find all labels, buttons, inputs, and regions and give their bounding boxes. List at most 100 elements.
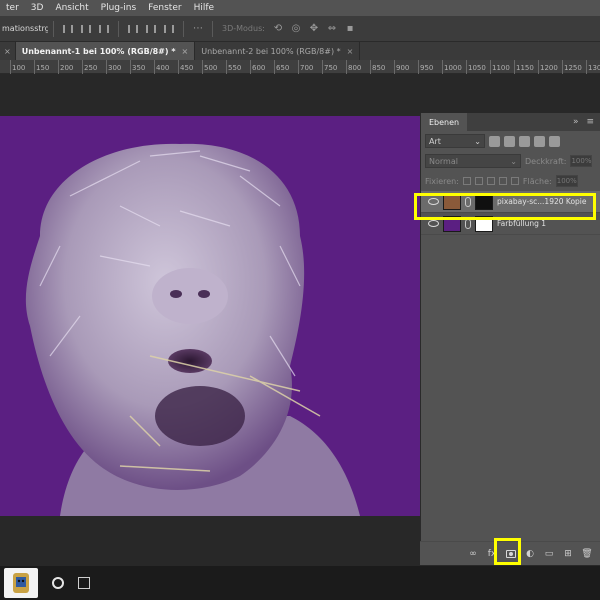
tab-label: Unbenannt-2 bei 100% (RGB/8#) * [201, 46, 341, 56]
chevron-down-icon: ⌄ [474, 136, 481, 146]
menu-item-plugins[interactable]: Plug-ins [95, 3, 143, 13]
ruler-tick: 600 [249, 60, 266, 74]
lock-position-icon[interactable] [486, 177, 495, 185]
tab-ebenen[interactable]: Ebenen [421, 113, 468, 131]
ruler-tick: 1000 [442, 60, 462, 74]
menu-item-filter[interactable]: ter [0, 3, 25, 13]
highlight-selected-layer [414, 193, 596, 220]
lock-transparency-icon[interactable] [462, 177, 471, 185]
panel-dock-top [420, 75, 600, 113]
drag-icon[interactable]: ✥ [308, 23, 320, 35]
menu-item-3d[interactable]: 3D [25, 3, 50, 13]
fill-field[interactable]: 100% [555, 175, 578, 187]
panel-controls: » ≡ [573, 117, 600, 127]
blend-mode-value: Normal [429, 156, 458, 166]
document-workspace[interactable] [0, 75, 420, 565]
close-icon[interactable]: × [182, 47, 189, 56]
ruler-tick: 700 [297, 60, 314, 74]
opacity-field[interactable]: 100% [570, 155, 593, 167]
ruler-tick: 650 [273, 60, 290, 74]
tab-unbenannt-1[interactable]: Unbenannt-1 bei 100% (RGB/8#) * × [15, 42, 196, 60]
layers-panel-header: Ebenen » ≡ [421, 113, 600, 131]
align-hcenter-icon[interactable] [80, 23, 92, 35]
tab-label: Unbenannt-1 bei 100% (RGB/8#) * [21, 46, 176, 56]
adjustment-filter-icon[interactable] [504, 135, 515, 147]
link-icon[interactable]: ∞ [468, 549, 478, 559]
document-canvas[interactable] [0, 116, 420, 516]
eye-icon[interactable] [427, 220, 439, 228]
ruler-tick: 1050 [466, 60, 486, 74]
more-options-icon[interactable]: ⋯ [192, 23, 204, 35]
opacity-label: Deckkraft: [525, 156, 567, 166]
align-left-icon[interactable] [62, 23, 74, 35]
divider [118, 20, 119, 37]
align-vcenter-icon[interactable] [145, 23, 157, 35]
link-icon[interactable] [465, 218, 471, 229]
align-right-icon[interactable] [98, 23, 110, 35]
slide-icon[interactable]: ⇔ [326, 23, 338, 35]
filter-kind-value: Art [429, 136, 441, 146]
search-icon[interactable] [52, 577, 64, 589]
roll-icon[interactable]: ◎ [290, 23, 302, 35]
adjustment-icon[interactable]: ◐ [525, 549, 535, 559]
taskbar [0, 566, 600, 600]
close-icon[interactable]: × [347, 47, 354, 56]
chevron-down-icon: ⌄ [510, 156, 517, 166]
fill-label: Fläche: [522, 176, 552, 186]
ruler-tick: 850 [369, 60, 386, 74]
menu-item-ansicht[interactable]: Ansicht [49, 3, 94, 13]
lock-all-icon[interactable] [510, 177, 519, 185]
collapse-icon[interactable]: » [573, 117, 579, 127]
shape-filter-icon[interactable] [534, 135, 545, 147]
divider [53, 20, 54, 37]
trash-icon[interactable]: 🗑 [581, 549, 592, 559]
scale-icon[interactable]: ▪ [344, 23, 356, 35]
highlight-add-mask-button [494, 538, 521, 565]
ruler-tick: 950 [417, 60, 434, 74]
document-tab-bar: × Unbenannt-1 bei 100% (RGB/8#) * × Unbe… [0, 42, 600, 60]
blend-mode-select[interactable]: Normal ⌄ [425, 154, 521, 168]
divider [183, 20, 184, 37]
ruler-tick: 200 [57, 60, 74, 74]
menu-bar: ter 3D Ansicht Plug-ins Fenster Hilfe [0, 0, 600, 16]
align-bottom-icon[interactable] [163, 23, 175, 35]
type-filter-icon[interactable] [519, 135, 530, 147]
group-icon[interactable]: ▭ [544, 549, 554, 559]
menu-item-hilfe[interactable]: Hilfe [188, 3, 220, 13]
ruler-tick: 550 [225, 60, 242, 74]
ruler-tick: 250 [81, 60, 98, 74]
panel-menu-icon[interactable]: ≡ [586, 117, 594, 127]
lock-artboard-icon[interactable] [498, 177, 507, 185]
layer-name: Farbfüllung 1 [497, 219, 547, 228]
ruler-tick: 900 [393, 60, 410, 74]
tab-unbenannt-2[interactable]: Unbenannt-2 bei 100% (RGB/8#) * × [195, 42, 361, 60]
ruler-tick: 150 [33, 60, 50, 74]
app-launcher-icon[interactable] [4, 568, 38, 598]
filter-row: Art ⌄ [421, 131, 600, 151]
ruler-tick: 450 [177, 60, 194, 74]
blend-row: Normal ⌄ Deckkraft: 100% [421, 151, 600, 171]
divider [212, 20, 213, 37]
alpaca-photo [0, 116, 420, 516]
ruler-tick: 1200 [538, 60, 558, 74]
layers-panel: Ebenen » ≡ Art ⌄ Normal ⌄ Deckkraft: 100… [420, 113, 600, 565]
lock-image-icon[interactable] [474, 177, 483, 185]
menu-item-fenster[interactable]: Fenster [142, 3, 187, 13]
tab-close-previous[interactable]: × [0, 42, 16, 60]
filter-kind-select[interactable]: Art ⌄ [425, 134, 485, 148]
new-layer-icon[interactable]: ⊞ [563, 549, 573, 559]
orbit-icon[interactable]: ⟲ [272, 23, 284, 35]
align-top-icon[interactable] [127, 23, 139, 35]
smartobject-filter-icon[interactable] [549, 135, 560, 147]
pixel-filter-icon[interactable] [489, 135, 500, 147]
ruler-tick: 350 [129, 60, 146, 74]
ruler-tick: 1250 [562, 60, 582, 74]
task-view-icon[interactable] [78, 577, 90, 589]
transform-controls-label[interactable]: mationsstrg. [0, 24, 48, 33]
close-icon[interactable]: × [4, 47, 11, 56]
horizontal-ruler[interactable]: 100 150 200 250 300 350 400 450 500 550 … [0, 60, 600, 74]
ruler-tick: 1150 [514, 60, 534, 74]
ruler-tick: 500 [201, 60, 218, 74]
lock-label: Fixieren: [425, 176, 459, 186]
options-bar: mationsstrg. ⋯ 3D-Modus: ⟲ ◎ ✥ ⇔ ▪ [0, 16, 600, 42]
